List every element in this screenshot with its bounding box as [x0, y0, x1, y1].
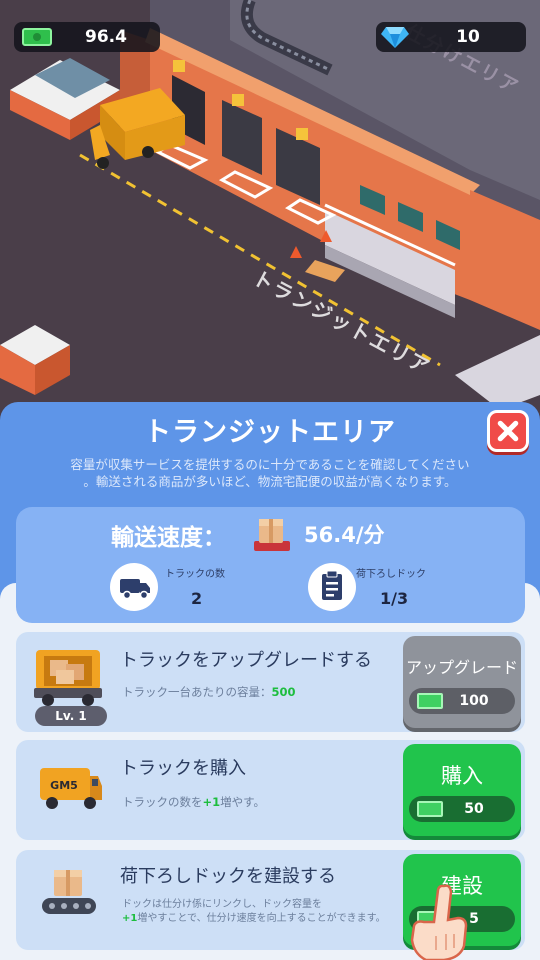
card-description: トラック一台あたりの容量：500: [122, 684, 296, 700]
description-highlight: +1: [202, 795, 221, 809]
dock-count-icon-circle: [308, 563, 356, 611]
trucks-label: トラックの数: [165, 569, 225, 580]
upgrade-button-label: アップグレード: [405, 658, 518, 677]
price-value: 100: [459, 693, 489, 709]
level-badge: Lv. 1: [35, 706, 107, 726]
price-tag: 50: [409, 796, 515, 822]
close-button[interactable]: [487, 410, 529, 452]
money-counter: 96.4: [14, 22, 160, 52]
conveyor-box-icon: [42, 870, 96, 914]
cash-icon: [417, 801, 443, 817]
gem-counter: 10: [376, 22, 526, 52]
delivery-truck-icon: GM5: [40, 768, 102, 809]
truck-count-icon-circle: [110, 563, 158, 611]
game-scene[interactable]: 仕分けエリア トランジットエリア 96.4 10: [0, 0, 540, 420]
docks-label: 荷下ろしドック: [356, 569, 426, 580]
description-line-2: 増やすことで、仕分け速度を向上することができます。: [137, 913, 386, 924]
tutorial-hand-icon: [410, 884, 468, 960]
panel-title: トランジットエリア: [144, 417, 396, 448]
description-text: トラック一台あたりの容量：: [122, 685, 272, 699]
stats-box: 輸送速度： 56.4/分 トラックの数 2 荷下ろしドック 1/3: [16, 507, 525, 623]
description-suffix: 増やす。: [220, 795, 265, 809]
description-line-1: ドックは仕分け係にリンクし、ドック容量を: [122, 899, 322, 910]
description-line-2: 。輸送される商品が多いほど、物流宅配便の収益が高くなります。: [83, 474, 457, 489]
diamond-icon: [381, 27, 409, 48]
buy-button-label: 購入: [441, 764, 483, 788]
card-title: トラックを購入: [120, 758, 246, 779]
card-description: トラックの数を+1増やす。: [122, 794, 265, 810]
speed-value: 56.4/分: [304, 523, 385, 547]
cash-icon: [417, 693, 443, 709]
upgrade-truck-card: Lv. 1 トラックをアップグレードする トラック一台あたりの容量：500 アッ…: [16, 632, 525, 732]
price-tag: 100: [409, 688, 515, 714]
card-title: 荷下ろしドックを建設する: [120, 866, 336, 887]
clipboard-icon: [322, 570, 342, 600]
package-icon: [254, 519, 290, 551]
price-value: 50: [464, 801, 484, 817]
description-text: トラックの数を: [122, 795, 203, 809]
description-highlight: 500: [271, 685, 296, 699]
truck-logo-text: GM5: [50, 779, 78, 792]
card-title: トラックをアップグレードする: [120, 650, 372, 671]
speed-label: 輸送速度：: [111, 525, 226, 551]
card-description: ドックは仕分け係にリンクし、ドック容量を +1増やすことで、仕分け速度を向上する…: [122, 898, 386, 926]
cash-icon: [22, 28, 52, 46]
upgrade-button[interactable]: アップグレード 100: [403, 636, 521, 728]
truck-icon: [120, 579, 150, 600]
panel-description: 容量が収集サービスを提供するのに十分であることを確認してください 。輸送される商…: [40, 456, 500, 490]
money-value: 96.4: [85, 27, 127, 47]
description-line-1: 容量が収集サービスを提供するのに十分であることを確認してください: [70, 457, 470, 472]
dump-truck-icon: [34, 650, 102, 706]
buy-truck-card: GM5 トラックを購入 トラックの数を+1増やす。 購入 50: [16, 740, 525, 840]
gem-value: 10: [456, 27, 480, 47]
trucks-value: 2: [191, 589, 203, 608]
description-highlight: +1: [122, 913, 138, 924]
buy-button[interactable]: 購入 50: [403, 744, 521, 836]
docks-value: 1/3: [380, 589, 409, 608]
close-icon: [497, 420, 519, 442]
